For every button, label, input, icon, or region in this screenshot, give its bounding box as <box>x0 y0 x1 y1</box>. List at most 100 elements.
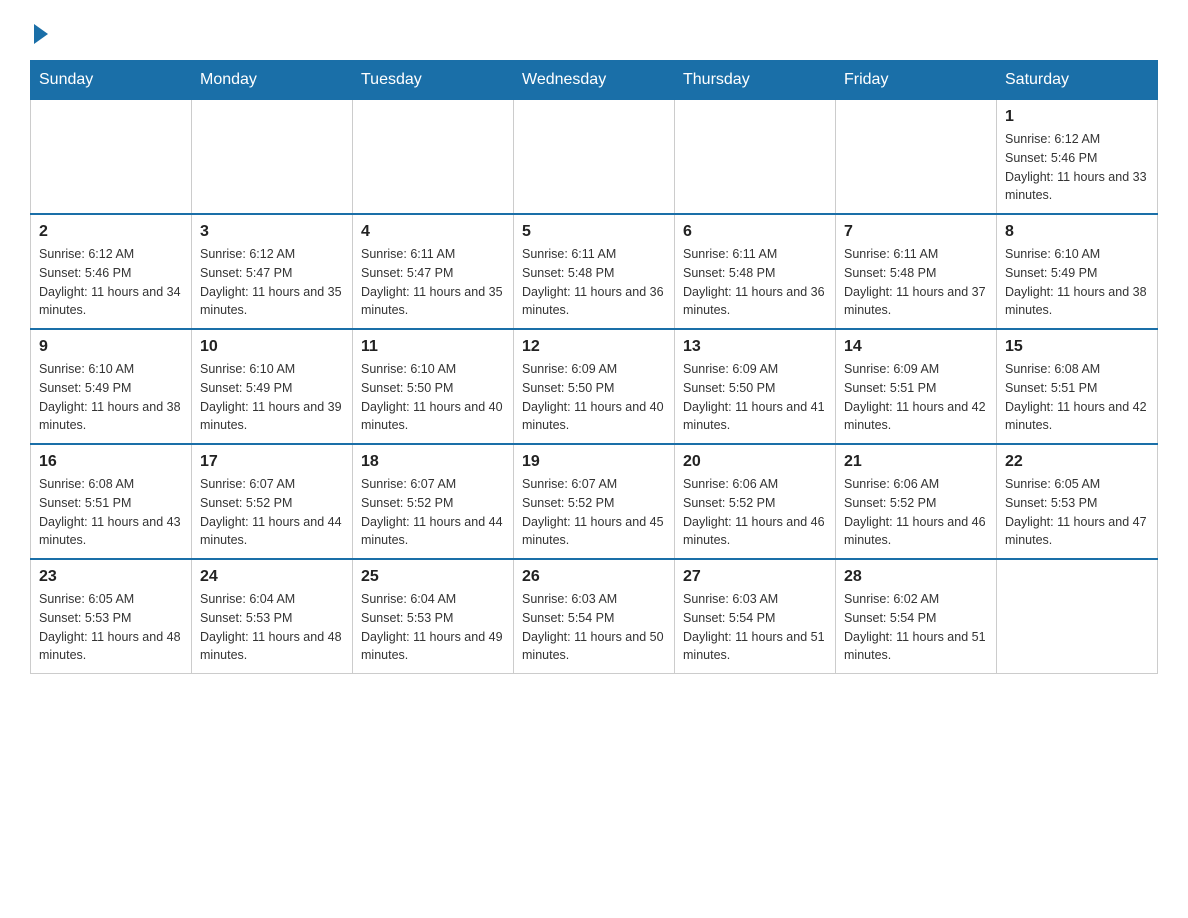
col-header-wednesday: Wednesday <box>514 61 675 100</box>
day-info: Sunrise: 6:12 AMSunset: 5:47 PMDaylight:… <box>200 245 344 320</box>
calendar-cell: 17 Sunrise: 6:07 AMSunset: 5:52 PMDayligh… <box>192 444 353 559</box>
col-header-friday: Friday <box>836 61 997 100</box>
day-info: Sunrise: 6:03 AMSunset: 5:54 PMDaylight:… <box>683 590 827 665</box>
calendar-cell: 11Sunrise: 6:10 AMSunset: 5:50 PMDayligh… <box>353 329 514 444</box>
day-info: Sunrise: 6:06 AMSunset: 5:52 PMDaylight:… <box>683 475 827 550</box>
calendar-row-5: 23 Sunrise: 6:05 AMSunset: 5:53 PMDayligh… <box>31 559 1158 674</box>
day-number: 15 <box>1005 338 1149 356</box>
calendar-cell: 21 Sunrise: 6:06 AMSunset: 5:52 PMDayligh… <box>836 444 997 559</box>
day-number: 23 <box>39 568 183 586</box>
page-header <box>30 20 1158 40</box>
day-number: 5 <box>522 223 666 241</box>
day-number: 28 <box>844 568 988 586</box>
day-number: 12 <box>522 338 666 356</box>
col-header-saturday: Saturday <box>997 61 1158 100</box>
day-number: 16 <box>39 453 183 471</box>
day-info: Sunrise: 6:02 AMSunset: 5:54 PMDaylight:… <box>844 590 988 665</box>
calendar-cell: 10 Sunrise: 6:10 AMSunset: 5:49 PMDayligh… <box>192 329 353 444</box>
day-info: Sunrise: 6:08 AMSunset: 5:51 PMDaylight:… <box>39 475 183 550</box>
day-info: Sunrise: 6:11 AMSunset: 5:48 PMDaylight:… <box>522 245 666 320</box>
day-number: 19 <box>522 453 666 471</box>
calendar-cell: 4 Sunrise: 6:11 AMSunset: 5:47 PMDaylight… <box>353 214 514 329</box>
logo-arrow-icon <box>34 24 48 44</box>
calendar-row-2: 2Sunrise: 6:12 AMSunset: 5:46 PMDaylight… <box>31 214 1158 329</box>
calendar-cell: 7 Sunrise: 6:11 AMSunset: 5:48 PMDaylight… <box>836 214 997 329</box>
calendar-cell: 27 Sunrise: 6:03 AMSunset: 5:54 PMDayligh… <box>675 559 836 674</box>
day-number: 14 <box>844 338 988 356</box>
col-header-sunday: Sunday <box>31 61 192 100</box>
day-info: Sunrise: 6:07 AMSunset: 5:52 PMDaylight:… <box>200 475 344 550</box>
day-number: 6 <box>683 223 827 241</box>
day-info: Sunrise: 6:09 AMSunset: 5:50 PMDaylight:… <box>522 360 666 435</box>
day-info: Sunrise: 6:04 AMSunset: 5:53 PMDaylight:… <box>361 590 505 665</box>
day-number: 27 <box>683 568 827 586</box>
calendar-cell: 25 Sunrise: 6:04 AMSunset: 5:53 PMDayligh… <box>353 559 514 674</box>
day-number: 9 <box>39 338 183 356</box>
day-info: Sunrise: 6:05 AMSunset: 5:53 PMDaylight:… <box>39 590 183 665</box>
day-info: Sunrise: 6:11 AMSunset: 5:48 PMDaylight:… <box>844 245 988 320</box>
calendar-cell: 24 Sunrise: 6:04 AMSunset: 5:53 PMDayligh… <box>192 559 353 674</box>
day-info: Sunrise: 6:10 AMSunset: 5:49 PMDaylight:… <box>1005 245 1149 320</box>
day-info: Sunrise: 6:11 AMSunset: 5:48 PMDaylight:… <box>683 245 827 320</box>
day-number: 25 <box>361 568 505 586</box>
calendar-cell <box>836 100 997 215</box>
day-number: 7 <box>844 223 988 241</box>
calendar-cell: 20Sunrise: 6:06 AMSunset: 5:52 PMDayligh… <box>675 444 836 559</box>
calendar-cell <box>514 100 675 215</box>
day-number: 22 <box>1005 453 1149 471</box>
calendar-cell: 23 Sunrise: 6:05 AMSunset: 5:53 PMDayligh… <box>31 559 192 674</box>
day-number: 1 <box>1005 108 1149 126</box>
calendar-cell: 8 Sunrise: 6:10 AMSunset: 5:49 PMDaylight… <box>997 214 1158 329</box>
day-number: 18 <box>361 453 505 471</box>
day-info: Sunrise: 6:10 AMSunset: 5:50 PMDaylight:… <box>361 360 505 435</box>
calendar-cell <box>192 100 353 215</box>
day-number: 24 <box>200 568 344 586</box>
day-info: Sunrise: 6:10 AMSunset: 5:49 PMDaylight:… <box>39 360 183 435</box>
col-header-tuesday: Tuesday <box>353 61 514 100</box>
calendar-cell: 22 Sunrise: 6:05 AMSunset: 5:53 PMDayligh… <box>997 444 1158 559</box>
day-info: Sunrise: 6:07 AMSunset: 5:52 PMDaylight:… <box>361 475 505 550</box>
calendar-cell: 12 Sunrise: 6:09 AMSunset: 5:50 PMDayligh… <box>514 329 675 444</box>
calendar-cell <box>31 100 192 215</box>
day-info: Sunrise: 6:08 AMSunset: 5:51 PMDaylight:… <box>1005 360 1149 435</box>
day-number: 26 <box>522 568 666 586</box>
col-header-thursday: Thursday <box>675 61 836 100</box>
calendar-cell: 16 Sunrise: 6:08 AMSunset: 5:51 PMDayligh… <box>31 444 192 559</box>
day-number: 21 <box>844 453 988 471</box>
calendar-cell: 3 Sunrise: 6:12 AMSunset: 5:47 PMDaylight… <box>192 214 353 329</box>
logo <box>30 20 48 40</box>
day-info: Sunrise: 6:12 AMSunset: 5:46 PMDaylight:… <box>1005 130 1149 205</box>
calendar-cell: 26 Sunrise: 6:03 AMSunset: 5:54 PMDayligh… <box>514 559 675 674</box>
day-number: 3 <box>200 223 344 241</box>
day-number: 17 <box>200 453 344 471</box>
calendar-cell: 1 Sunrise: 6:12 AMSunset: 5:46 PMDaylight… <box>997 100 1158 215</box>
calendar-cell: 13 Sunrise: 6:09 AMSunset: 5:50 PMDayligh… <box>675 329 836 444</box>
day-number: 2 <box>39 223 183 241</box>
calendar-cell: 6 Sunrise: 6:11 AMSunset: 5:48 PMDaylight… <box>675 214 836 329</box>
calendar-cell: 2Sunrise: 6:12 AMSunset: 5:46 PMDaylight… <box>31 214 192 329</box>
calendar-cell <box>997 559 1158 674</box>
day-number: 10 <box>200 338 344 356</box>
calendar-cell: 19 Sunrise: 6:07 AMSunset: 5:52 PMDayligh… <box>514 444 675 559</box>
day-info: Sunrise: 6:09 AMSunset: 5:51 PMDaylight:… <box>844 360 988 435</box>
calendar-cell: 15 Sunrise: 6:08 AMSunset: 5:51 PMDayligh… <box>997 329 1158 444</box>
calendar-header-row: SundayMondayTuesdayWednesdayThursdayFrid… <box>31 61 1158 100</box>
day-info: Sunrise: 6:06 AMSunset: 5:52 PMDaylight:… <box>844 475 988 550</box>
calendar-cell <box>675 100 836 215</box>
col-header-monday: Monday <box>192 61 353 100</box>
calendar-row-4: 16 Sunrise: 6:08 AMSunset: 5:51 PMDayligh… <box>31 444 1158 559</box>
day-number: 8 <box>1005 223 1149 241</box>
day-info: Sunrise: 6:03 AMSunset: 5:54 PMDaylight:… <box>522 590 666 665</box>
calendar-row-3: 9 Sunrise: 6:10 AMSunset: 5:49 PMDaylight… <box>31 329 1158 444</box>
day-info: Sunrise: 6:10 AMSunset: 5:49 PMDaylight:… <box>200 360 344 435</box>
day-info: Sunrise: 6:05 AMSunset: 5:53 PMDaylight:… <box>1005 475 1149 550</box>
day-info: Sunrise: 6:11 AMSunset: 5:47 PMDaylight:… <box>361 245 505 320</box>
calendar-cell: 9 Sunrise: 6:10 AMSunset: 5:49 PMDaylight… <box>31 329 192 444</box>
day-number: 13 <box>683 338 827 356</box>
day-info: Sunrise: 6:07 AMSunset: 5:52 PMDaylight:… <box>522 475 666 550</box>
day-number: 4 <box>361 223 505 241</box>
calendar-cell: 5 Sunrise: 6:11 AMSunset: 5:48 PMDaylight… <box>514 214 675 329</box>
day-info: Sunrise: 6:09 AMSunset: 5:50 PMDaylight:… <box>683 360 827 435</box>
calendar-cell: 14 Sunrise: 6:09 AMSunset: 5:51 PMDayligh… <box>836 329 997 444</box>
day-info: Sunrise: 6:04 AMSunset: 5:53 PMDaylight:… <box>200 590 344 665</box>
